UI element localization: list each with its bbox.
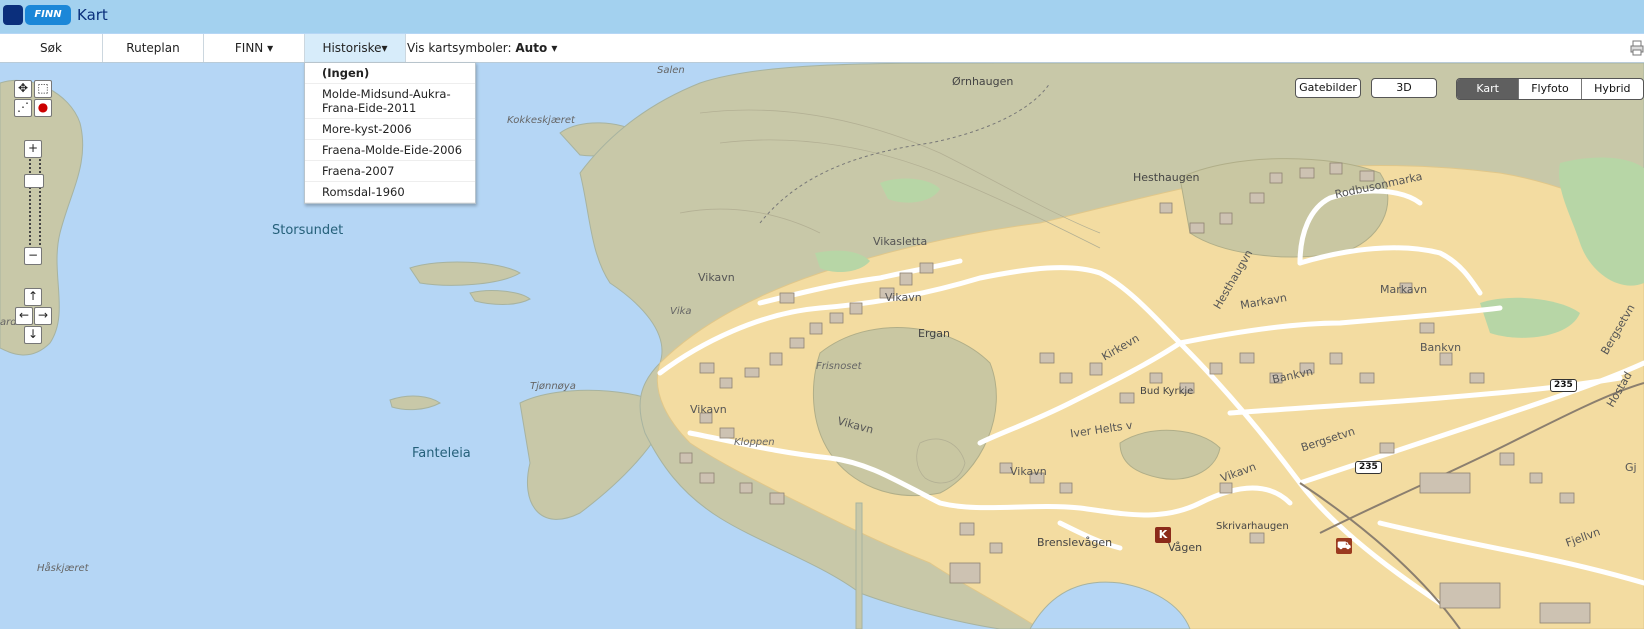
map-graphic	[0, 63, 1644, 629]
road-shield-235-a: 235	[1550, 379, 1577, 392]
menu-item-romsdal-1960[interactable]: Romsdal-1960	[305, 182, 475, 203]
tab-sok[interactable]: Søk	[0, 34, 103, 62]
logo-square-icon	[3, 5, 23, 25]
poi-k-icon[interactable]: K	[1155, 527, 1171, 543]
label-frisnoset: Frisnoset	[816, 361, 862, 372]
historic-dropdown-menu: (Ingen) Molde-Midsund-Aukra-Frana-Eide-2…	[304, 62, 476, 204]
map-canvas[interactable]: Salen Ørnhaugen Kokkeskjæret Hesthaugen …	[0, 63, 1644, 629]
finn-logo[interactable]: FINN	[3, 5, 71, 25]
label-gj: Gj	[1625, 461, 1637, 474]
symbols-value: Auto ▾	[515, 41, 558, 55]
tab-historiske[interactable]: Historiske▾	[305, 34, 406, 62]
label-ornhaugen: Ørnhaugen	[952, 75, 1014, 88]
label-vikavn-3: Vikavn	[690, 403, 727, 416]
label-bankvn-2: Bankvn	[1420, 341, 1462, 354]
label-kokkeskjaret: Kokkeskjæret	[507, 115, 575, 126]
label-brenslevagen: Brenslevågen	[1037, 536, 1113, 549]
label-storsundet: Storsundet	[272, 223, 344, 238]
zoom-in-button[interactable]: +	[24, 140, 42, 158]
shopping-cart-icon[interactable]: ⛟	[1336, 538, 1352, 554]
symbols-selector[interactable]: Vis kartsymboler: Auto ▾	[407, 34, 557, 62]
zoom-out-button[interactable]: −	[24, 247, 42, 265]
menu-item-ingen[interactable]: (Ingen)	[305, 63, 475, 84]
label-vagen: Vågen	[1168, 541, 1203, 554]
label-vikasletta: Vikasletta	[873, 235, 928, 248]
3d-button[interactable]: 3D	[1371, 78, 1437, 98]
label-vikavn-2: Vikavn	[885, 291, 922, 304]
kart-button[interactable]: Kart	[1457, 79, 1520, 99]
label-hesthaugen: Hesthaugen	[1133, 171, 1200, 184]
symbols-label: Vis kartsymboler:	[407, 41, 512, 55]
menu-item-more-kyst-2006[interactable]: More-kyst-2006	[305, 119, 475, 140]
label-bud-kyrkje: Bud Kyrkje	[1140, 386, 1194, 397]
label-kloppen: Kloppen	[734, 437, 775, 448]
label-vikavn-1: Vikavn	[698, 271, 735, 284]
label-markavn-2: Markavn	[1380, 283, 1428, 296]
pan-up-button[interactable]: ↑	[24, 288, 42, 306]
tab-ruteplan[interactable]: Ruteplan	[103, 34, 204, 62]
label-ergan: Ergan	[918, 327, 950, 340]
flyfoto-button[interactable]: Flyfoto	[1519, 79, 1582, 99]
label-haskjaret: Håskjæret	[37, 563, 89, 574]
select-box-tool-icon[interactable]: ⬚	[34, 80, 52, 98]
hybrid-button[interactable]: Hybrid	[1582, 79, 1643, 99]
page-title: Kart	[77, 6, 108, 24]
label-vika: Vika	[670, 306, 692, 317]
road-shield-235-b: 235	[1355, 461, 1382, 474]
menu-item-molde-2011[interactable]: Molde-Midsund-Aukra-Frana-Eide-2011	[305, 84, 475, 119]
pan-tool-icon[interactable]: ✥	[14, 80, 32, 98]
label-tjonnoya: Tjønnøya	[530, 381, 576, 392]
print-icon[interactable]	[1630, 40, 1644, 56]
label-skrivarhaugen: Skrivarhaugen	[1216, 521, 1289, 532]
toolbar: Søk Ruteplan FINN ▾ Historiske▾ Vis kart…	[0, 34, 1644, 63]
top-bar: FINN Kart	[0, 0, 1644, 33]
pan-right-button[interactable]: →	[34, 307, 52, 325]
label-fanteleia: Fanteleia	[412, 446, 471, 461]
measure-tool-icon[interactable]: ⋰	[14, 99, 32, 117]
logo-text: FINN	[25, 5, 71, 25]
pan-left-button[interactable]: ←	[15, 307, 33, 325]
zoom-slider-track[interactable]	[29, 159, 41, 245]
tab-finn[interactable]: FINN ▾	[204, 34, 305, 62]
map-pin-icon[interactable]: ●	[34, 99, 52, 117]
label-salen: Salen	[657, 65, 685, 76]
menu-item-fraena-molde-eide-2006[interactable]: Fraena-Molde-Eide-2006	[305, 140, 475, 161]
pan-down-button[interactable]: ↓	[24, 326, 42, 344]
zoom-slider-handle[interactable]	[24, 174, 44, 188]
map-type-switcher: Kart Flyfoto Hybrid	[1456, 78, 1644, 100]
gatebilder-button[interactable]: Gatebilder	[1295, 78, 1361, 98]
menu-item-fraena-2007[interactable]: Fraena-2007	[305, 161, 475, 182]
label-vikavn-5: Vikavn	[1010, 465, 1047, 478]
